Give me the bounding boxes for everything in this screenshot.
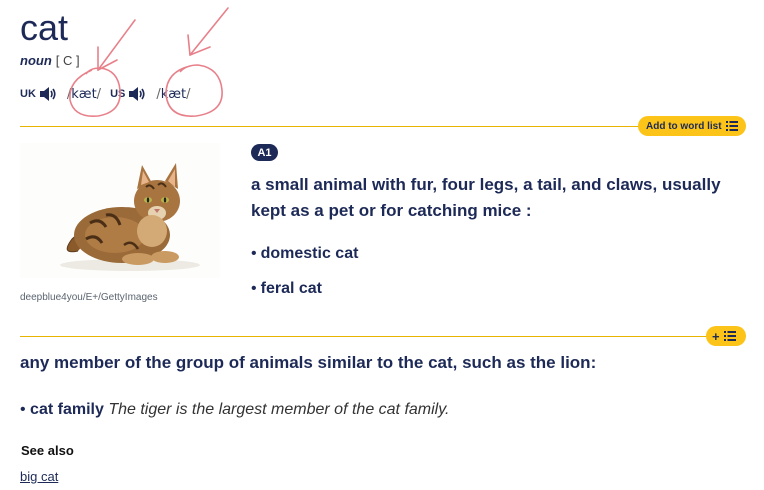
ipa-us: /kæt/: [156, 86, 191, 102]
part-of-speech: noun: [20, 53, 52, 68]
example-phrase: cat family: [30, 401, 104, 418]
section-divider: [20, 126, 640, 127]
bullet: •: [20, 401, 31, 418]
cat-image: [20, 143, 220, 278]
bullet: •: [251, 245, 257, 262]
region-us: US: [110, 88, 126, 100]
definition-sense-2: any member of the group of animals simil…: [20, 353, 597, 372]
see-also-link[interactable]: big cat: [20, 469, 58, 484]
level-badge: A1: [251, 144, 278, 161]
pronunciation-row: UK /kæt/ US /kæt/: [20, 84, 200, 104]
example-item: • domestic cat: [251, 245, 358, 263]
ipa-us-text: kæt: [160, 86, 187, 102]
list-icon: [725, 121, 738, 131]
definition-sense-1: a small animal with fur, four legs, a ta…: [251, 175, 721, 220]
bullet: •: [251, 280, 257, 297]
example-sentence: The tiger is the largest member of the c…: [108, 401, 450, 418]
arrow-annotation: [97, 19, 136, 71]
list-icon: [723, 331, 736, 341]
add-to-word-list-label: Add to word list: [646, 120, 722, 132]
image-credit: deepblue4you/E+/GettyImages: [20, 292, 158, 303]
part-of-speech-line: noun[ C ]: [20, 53, 80, 68]
example-text: feral cat: [260, 280, 322, 297]
ipa-uk-text: kæt: [71, 86, 97, 102]
grammar-code: [ C ]: [55, 53, 80, 68]
ipa-uk: /kæt/: [66, 86, 102, 102]
headword: cat: [20, 7, 69, 48]
region-uk: UK: [20, 88, 36, 100]
section-divider: [20, 336, 708, 337]
plus-icon: +: [712, 328, 720, 344]
arrow-annotation: [187, 7, 229, 56]
example-item: • feral cat: [251, 280, 322, 298]
example-text: domestic cat: [260, 245, 359, 262]
see-also-heading: See also: [21, 443, 74, 458]
add-to-word-list-button[interactable]: Add to word list: [638, 116, 746, 136]
speaker-icon[interactable]: [128, 86, 146, 102]
speaker-icon[interactable]: [39, 86, 57, 102]
cat-illustration: [60, 163, 200, 271]
add-to-word-list-button-small[interactable]: +: [706, 326, 746, 346]
example-item: • cat family The tiger is the largest me…: [20, 401, 449, 419]
